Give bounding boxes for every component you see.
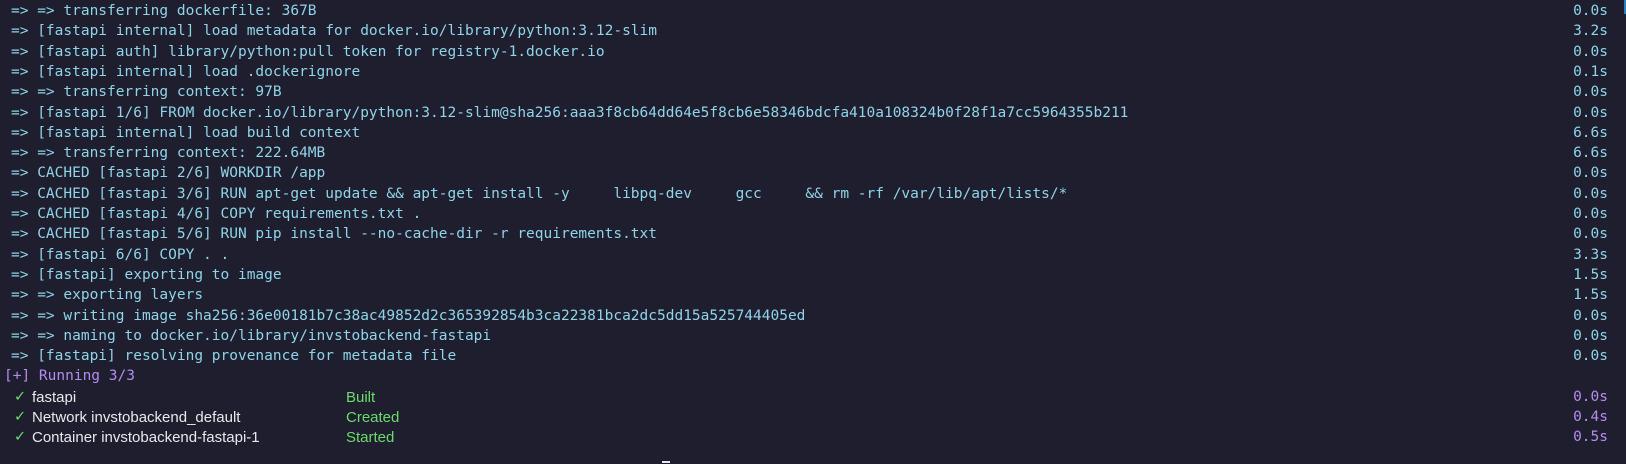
- build-log-line: => CACHED [fastapi 3/6] RUN apt-get upda…: [0, 184, 1626, 205]
- build-log-line: => CACHED [fastapi 2/6] WORKDIR /app 0.0s: [0, 163, 1626, 184]
- build-step-duration: 0.0s: [1573, 185, 1608, 202]
- build-log-line: => => transferring context: 222.64MB 6.6s: [0, 143, 1626, 164]
- build-step-text: => => transferring context: 222.64MB: [11, 145, 326, 162]
- build-step-text: => CACHED [fastapi 3/6] RUN apt-get upda…: [11, 185, 1068, 202]
- build-log-line: => CACHED [fastapi 4/6] COPY requirement…: [0, 204, 1626, 225]
- build-log-line: => CACHED [fastapi 5/6] RUN pip install …: [0, 224, 1626, 245]
- service-duration: 0.5s: [1573, 429, 1608, 446]
- build-step-text: => [fastapi internal] load build context: [11, 124, 361, 141]
- build-log-line: => [fastapi internal] load build context…: [0, 123, 1626, 144]
- service-duration: 0.0s: [1573, 388, 1608, 405]
- build-step-text: => => transferring dockerfile: 367B: [11, 3, 317, 19]
- check-icon: ✓: [14, 409, 27, 425]
- build-step-text: => => transferring context: 97B: [11, 84, 282, 101]
- build-step-duration: 3.3s: [1573, 246, 1608, 263]
- build-step-text: => CACHED [fastapi 2/6] WORKDIR /app: [11, 165, 326, 182]
- build-step-duration: 0.0s: [1573, 104, 1608, 121]
- service-name: fastapi: [32, 388, 77, 406]
- build-log-line: => => writing image sha256:36e00181b7c38…: [0, 306, 1626, 327]
- service-status: Built: [346, 388, 376, 406]
- build-log-line: => => transferring context: 97B 0.0s: [0, 82, 1626, 103]
- build-step-duration: 6.6s: [1573, 145, 1608, 162]
- service-name: Container invstobackend-fastapi-1: [32, 429, 260, 447]
- build-step-duration: 0.1s: [1573, 63, 1608, 80]
- build-log-line: => => exporting layers 1.5s: [0, 285, 1626, 306]
- service-status-row: ✓ Network invstobackend_default Created 0.4…: [0, 407, 1626, 428]
- build-step-duration: 0.0s: [1573, 348, 1608, 365]
- running-status-line: [+] Running 3/3: [0, 366, 1626, 387]
- build-step-duration: 6.6s: [1573, 124, 1608, 141]
- build-step-text: => [fastapi internal] load metadata for …: [11, 23, 658, 40]
- build-step-duration: 0.0s: [1573, 84, 1608, 101]
- build-step-text: => => exporting layers: [11, 287, 204, 304]
- build-log-line: => [fastapi] resolving provenance for me…: [0, 346, 1626, 367]
- build-step-text: => => naming to docker.io/library/invsto…: [11, 327, 492, 344]
- build-step-duration: 1.5s: [1573, 266, 1608, 283]
- terminal-output[interactable]: => => transferring dockerfile: 367B 0.0s =…: [0, 0, 1626, 464]
- service-status: Started: [346, 429, 395, 447]
- build-step-duration: 0.0s: [1573, 165, 1608, 182]
- build-step-text: => [fastapi 6/6] COPY . .: [11, 246, 230, 263]
- build-log-line: => [fastapi auth] library/python:pull to…: [0, 42, 1626, 63]
- build-log-line: => [fastapi 1/6] FROM docker.io/library/…: [0, 103, 1626, 124]
- build-step-duration: 0.0s: [1573, 43, 1608, 60]
- build-log-line: => [fastapi] exporting to image 1.5s: [0, 265, 1626, 286]
- build-step-text: => CACHED [fastapi 5/6] RUN pip install …: [11, 226, 658, 243]
- build-step-text: => [fastapi] resolving provenance for me…: [11, 348, 457, 365]
- running-status-text: [+] Running 3/3: [4, 368, 135, 385]
- service-status-row: ✓ fastapi Built 0.0s: [0, 387, 1626, 408]
- service-name: Network invstobackend_default: [32, 409, 241, 426]
- build-step-duration: 0.0s: [1573, 307, 1608, 324]
- build-step-text: => => writing image sha256:36e00181b7c38…: [11, 307, 806, 324]
- build-log-line: => [fastapi internal] load metadata for …: [0, 21, 1626, 42]
- build-step-duration: 0.0s: [1573, 226, 1608, 243]
- check-icon: ✓: [14, 429, 27, 446]
- service-status: Created: [346, 409, 400, 426]
- build-log-line: => [fastapi 6/6] COPY . . 3.3s: [0, 245, 1626, 266]
- terminal-cursor: [662, 461, 670, 463]
- build-log-line: => => naming to docker.io/library/invsto…: [0, 326, 1626, 347]
- build-step-text: => [fastapi] exporting to image: [11, 266, 282, 283]
- build-step-duration: 1.5s: [1573, 287, 1608, 304]
- build-step-text: => [fastapi internal] load .dockerignore: [11, 63, 361, 80]
- check-icon: ✓: [14, 388, 27, 405]
- build-step-duration: 3.2s: [1573, 23, 1608, 40]
- service-status-row: ✓ Container invstobackend-fastapi-1 Starte…: [0, 427, 1626, 448]
- build-step-duration: 0.0s: [1573, 327, 1608, 344]
- build-step-duration: 0.0s: [1573, 3, 1608, 19]
- build-step-text: => [fastapi auth] library/python:pull to…: [11, 43, 605, 60]
- service-duration: 0.4s: [1573, 409, 1608, 425]
- build-log-line: => => transferring dockerfile: 367B 0.0s: [0, 1, 1626, 22]
- build-step-text: => CACHED [fastapi 4/6] COPY requirement…: [11, 206, 422, 222]
- build-step-text: => [fastapi 1/6] FROM docker.io/library/…: [11, 104, 1129, 121]
- build-step-duration: 0.0s: [1573, 206, 1608, 222]
- build-log-line: => [fastapi internal] load .dockerignore…: [0, 62, 1626, 83]
